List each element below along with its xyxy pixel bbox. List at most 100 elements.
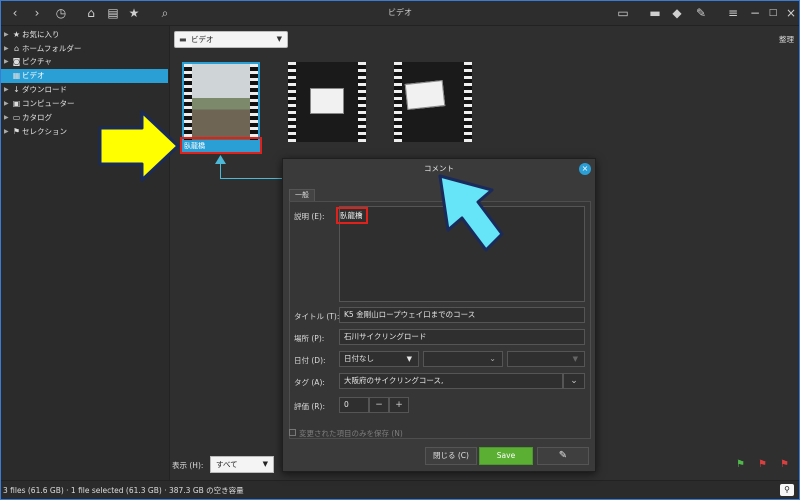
sidebar-item-home[interactable]: ▶ ⌂ ホームフォルダー	[0, 42, 168, 56]
yellow-callout-arrow-icon	[98, 110, 180, 182]
day-dropdown[interactable]: ▼	[507, 351, 585, 367]
pin-icon: ✎	[558, 450, 568, 461]
expand-icon[interactable]: ▶	[4, 83, 9, 97]
location-icon[interactable]: ⚲	[780, 484, 794, 496]
rating-minus-button[interactable]: −	[369, 397, 389, 413]
home-icon: ⌂	[13, 44, 20, 53]
caption-highlight-box	[180, 137, 262, 154]
minimize-icon[interactable]: −	[748, 6, 762, 20]
maximize-icon[interactable]: □	[766, 6, 780, 20]
sidebar-item-label: セレクション	[22, 127, 67, 136]
flag-red-icon[interactable]: ⚑	[758, 459, 767, 470]
sidebar-item-label: カタログ	[22, 113, 52, 122]
expand-icon[interactable]: ▶	[4, 28, 9, 42]
rating-label: 評価 (R):	[294, 402, 325, 411]
pin-button[interactable]: ✎	[537, 447, 589, 465]
film-strip	[250, 64, 258, 144]
comment-icon[interactable]: ▬	[648, 6, 662, 20]
thumbnail-video-1[interactable]	[182, 62, 260, 144]
connector-arrowhead-icon	[215, 155, 226, 164]
rating-input[interactable]: 0	[339, 397, 369, 413]
date-dropdown-value: 日付なし	[344, 354, 374, 363]
sidebar-item-downloads[interactable]: ▶ ↓ ダウンロード	[0, 83, 168, 97]
thumbnail-video-2[interactable]	[288, 62, 366, 142]
sidebar-item-label: ピクチャ	[22, 57, 52, 66]
monitor-icon[interactable]: ▭	[616, 6, 630, 20]
sidebar-item-computer[interactable]: ▶ ▣ コンピューター	[0, 97, 168, 111]
tag-dropdown-button[interactable]: ⌄	[563, 373, 585, 389]
expand-icon[interactable]: ▶	[4, 97, 9, 111]
sidebar-item-label: お気に入り	[22, 30, 60, 39]
date-dropdown[interactable]: 日付なし ▼	[339, 351, 419, 367]
video-frame-image	[402, 62, 464, 142]
chevron-down-icon: ▼	[276, 35, 282, 43]
sidebar-item-label: ダウンロード	[22, 85, 67, 94]
organize-button[interactable]: 整理	[779, 34, 794, 45]
show-filter-label: 表示 (H):	[172, 461, 204, 470]
computer-icon: ▣	[12, 99, 21, 108]
sidebar-item-label: コンピューター	[22, 99, 75, 108]
film-strip	[288, 62, 296, 142]
show-filter-value: すべて	[216, 460, 238, 469]
sidebar: ▶ ★ お気に入り ▶ ⌂ ホームフォルダー ▶ ◙ ピクチャ ▦ ビデオ ▶ …	[0, 26, 170, 480]
flag-green-icon[interactable]: ⚑	[736, 459, 745, 470]
status-bar: 3 files (61.6 GB) · 1 file selected (61.…	[0, 480, 800, 500]
expand-icon[interactable]: ▶	[4, 42, 9, 56]
title-bar: ‹ › ◷ ⌂ ▤ ★ ⌕ ビデオ ▭ ▬ ◆ ✎ ≡ − □ ×	[0, 0, 800, 26]
folder-icon: ▬	[179, 35, 187, 44]
flag-icon: ⚑	[12, 127, 21, 136]
screenshot-preview	[404, 80, 446, 110]
wrench-icon[interactable]: ✎	[694, 6, 708, 20]
place-input[interactable]: 石川サイクリングロード	[339, 329, 585, 345]
description-highlight-box	[336, 207, 368, 224]
date-label: 日付 (D):	[294, 356, 326, 365]
expand-icon[interactable]: ▶	[4, 55, 9, 69]
film-strip	[184, 64, 192, 144]
catalog-icon: ▭	[12, 113, 21, 122]
film-strip	[464, 62, 472, 142]
save-button[interactable]: Save	[479, 447, 533, 465]
video-frame-image	[296, 62, 358, 142]
screenshot-preview	[310, 88, 344, 114]
title-label: タイトル (T):	[294, 312, 340, 321]
expand-icon[interactable]: ▶	[4, 111, 9, 125]
tags-icon[interactable]: ◆	[670, 6, 684, 20]
chevron-down-icon: ▼	[572, 355, 578, 363]
expand-icon[interactable]: ▶	[4, 125, 9, 139]
title-input[interactable]: K5 金剛山ロープウェイ口までのコース	[339, 307, 585, 323]
close-icon[interactable]: ×	[784, 6, 798, 20]
star-icon: ★	[12, 30, 21, 39]
sidebar-item-label: ビデオ	[22, 71, 45, 80]
tag-input[interactable]: 大阪府のサイクリングコース,	[339, 373, 563, 389]
chevron-down-icon: ▼	[262, 460, 268, 468]
save-changed-only-checkbox[interactable]	[289, 429, 296, 436]
rating-plus-button[interactable]: +	[389, 397, 409, 413]
path-dropdown[interactable]: ▬ ビデオ ▼	[174, 31, 288, 48]
close-icon[interactable]: ×	[579, 163, 591, 175]
description-label: 説明 (E):	[294, 212, 325, 221]
flag-remove-icon[interactable]: ⚑	[780, 459, 789, 470]
video-frame-image	[192, 64, 250, 140]
path-dropdown-value: ビデオ	[191, 35, 214, 44]
close-button[interactable]: 閉じる (C)	[425, 447, 477, 465]
blue-callout-arrow-icon	[438, 174, 504, 252]
tab-general[interactable]: 一般	[289, 189, 315, 201]
chevron-down-icon: ⌄	[489, 354, 496, 363]
save-changed-only-label: 変更された項目のみを保存 (N)	[299, 429, 403, 438]
film-icon: ▦	[12, 71, 21, 80]
sidebar-item-videos[interactable]: ▦ ビデオ	[0, 69, 168, 83]
month-dropdown[interactable]: ⌄	[423, 351, 503, 367]
film-strip	[394, 62, 402, 142]
tag-label: タグ (A):	[294, 378, 325, 387]
sidebar-item-favorites[interactable]: ▶ ★ お気に入り	[0, 28, 168, 42]
thumbnail-video-3[interactable]	[394, 62, 472, 142]
show-filter-dropdown[interactable]: すべて ▼	[210, 456, 274, 473]
sidebar-item-label: ホームフォルダー	[22, 44, 82, 53]
sidebar-item-pictures[interactable]: ▶ ◙ ピクチャ	[0, 55, 168, 69]
menu-icon[interactable]: ≡	[726, 6, 740, 20]
chevron-down-icon: ▼	[406, 355, 412, 363]
film-strip	[358, 62, 366, 142]
camera-icon: ◙	[12, 57, 21, 66]
download-icon: ↓	[13, 85, 20, 94]
connector-line	[220, 162, 221, 178]
